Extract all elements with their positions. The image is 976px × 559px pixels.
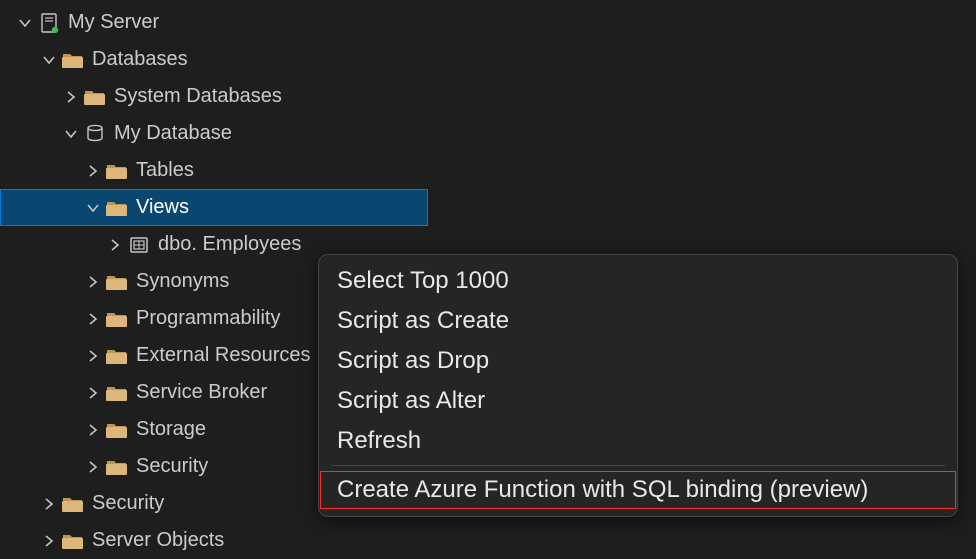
- tree-item-label: My Database: [114, 122, 232, 145]
- chevron-right-icon: [38, 534, 60, 548]
- menu-item-script-alter[interactable]: Script as Alter: [319, 381, 957, 421]
- tree-item-my-database[interactable]: My Database: [0, 115, 428, 152]
- folder-icon: [104, 273, 130, 291]
- chevron-down-icon: [38, 53, 60, 67]
- tree-item-label: Service Broker: [136, 381, 267, 404]
- server-icon: [36, 13, 62, 33]
- chevron-right-icon: [82, 386, 104, 400]
- menu-item-script-create[interactable]: Script as Create: [319, 301, 957, 341]
- tree-item-label: Tables: [136, 159, 194, 182]
- context-menu: Select Top 1000 Script as Create Script …: [318, 254, 958, 517]
- tree-item-server[interactable]: My Server: [0, 4, 428, 41]
- chevron-right-icon: [38, 497, 60, 511]
- view-icon: [126, 235, 152, 255]
- tree-item-label: Security: [136, 455, 208, 478]
- chevron-right-icon: [82, 164, 104, 178]
- chevron-right-icon: [82, 460, 104, 474]
- tree-item-label: Views: [136, 196, 189, 219]
- menu-separator: [331, 465, 945, 466]
- tree-item-tables[interactable]: Tables: [0, 152, 428, 189]
- tree-item-label: Databases: [92, 48, 188, 71]
- chevron-right-icon: [82, 275, 104, 289]
- folder-icon: [60, 495, 86, 513]
- tree-item-label: My Server: [68, 11, 159, 34]
- tree-item-server-objects[interactable]: Server Objects: [0, 522, 428, 559]
- chevron-down-icon: [82, 201, 104, 215]
- tree-item-label: Security: [92, 492, 164, 515]
- folder-icon: [104, 347, 130, 365]
- chevron-right-icon: [82, 423, 104, 437]
- tree-item-label: External Resources: [136, 344, 311, 367]
- folder-icon: [104, 199, 130, 217]
- tree-item-label: Synonyms: [136, 270, 229, 293]
- database-icon: [82, 124, 108, 144]
- tree-item-label: Programmability: [136, 307, 280, 330]
- tree-item-label: System Databases: [114, 85, 282, 108]
- menu-item-select-top[interactable]: Select Top 1000: [319, 261, 957, 301]
- tree-item-databases[interactable]: Databases: [0, 41, 428, 78]
- tree-item-system-databases[interactable]: System Databases: [0, 78, 428, 115]
- folder-icon: [60, 51, 86, 69]
- menu-item-script-drop[interactable]: Script as Drop: [319, 341, 957, 381]
- tree-item-views[interactable]: Views: [0, 189, 428, 226]
- tree-item-label: dbo. Employees: [158, 233, 301, 256]
- chevron-down-icon: [60, 127, 82, 141]
- chevron-down-icon: [14, 16, 36, 30]
- folder-icon: [104, 310, 130, 328]
- chevron-right-icon: [60, 90, 82, 104]
- chevron-right-icon: [82, 349, 104, 363]
- folder-icon: [60, 532, 86, 550]
- tree-item-label: Server Objects: [92, 529, 224, 552]
- menu-item-refresh[interactable]: Refresh: [319, 421, 957, 461]
- folder-icon: [82, 88, 108, 106]
- menu-item-create-azure-function[interactable]: Create Azure Function with SQL binding (…: [319, 470, 957, 510]
- chevron-right-icon: [82, 312, 104, 326]
- folder-icon: [104, 162, 130, 180]
- tree-item-label: Storage: [136, 418, 206, 441]
- folder-icon: [104, 421, 130, 439]
- folder-icon: [104, 384, 130, 402]
- chevron-right-icon: [104, 238, 126, 252]
- folder-icon: [104, 458, 130, 476]
